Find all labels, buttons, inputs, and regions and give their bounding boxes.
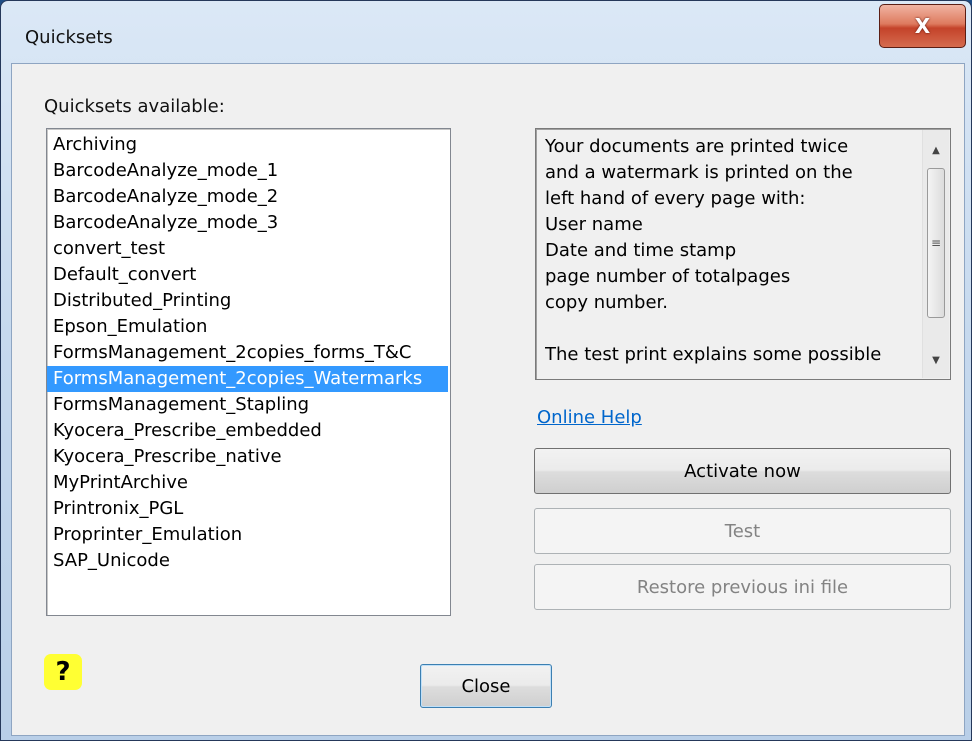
scroll-up-arrow-icon[interactable]: ▲ xyxy=(923,138,949,162)
list-item[interactable]: FormsManagement_Stapling xyxy=(47,392,450,418)
test-button[interactable]: Test xyxy=(534,508,951,554)
title-bar[interactable]: Quicksets X xyxy=(1,1,971,63)
restore-ini-button[interactable]: Restore previous ini file xyxy=(534,564,951,610)
close-icon: X xyxy=(914,14,931,38)
list-item[interactable]: BarcodeAnalyze_mode_1 xyxy=(47,158,450,184)
quicksets-dialog: Quicksets X Quicksets available: Archivi… xyxy=(0,0,972,741)
list-item[interactable]: SAP_Unicode xyxy=(47,548,450,574)
list-item[interactable]: BarcodeAnalyze_mode_3 xyxy=(47,210,450,236)
scroll-down-arrow-icon[interactable]: ▼ xyxy=(923,348,949,372)
description-scrollbar[interactable]: ▲ ≡ ▼ xyxy=(922,130,949,378)
list-item[interactable]: Kyocera_Prescribe_native xyxy=(47,444,450,470)
list-item[interactable]: Archiving xyxy=(47,132,450,158)
list-item[interactable]: BarcodeAnalyze_mode_2 xyxy=(47,184,450,210)
list-item[interactable]: Epson_Emulation xyxy=(47,314,450,340)
list-item[interactable]: Default_convert xyxy=(47,262,450,288)
list-item[interactable]: Printronix_PGL xyxy=(47,496,450,522)
description-text: Your documents are printed twice and a w… xyxy=(545,136,882,365)
list-item[interactable]: Kyocera_Prescribe_embedded xyxy=(47,418,450,444)
dialog-body: Quicksets available: Archiving BarcodeAna… xyxy=(11,63,965,736)
list-item[interactable]: Proprinter_Emulation xyxy=(47,522,450,548)
online-help-link[interactable]: Online Help xyxy=(537,407,642,428)
quicksets-available-label: Quicksets available: xyxy=(44,96,225,117)
list-item[interactable]: convert_test xyxy=(47,236,450,262)
close-button[interactable]: Close xyxy=(420,664,552,708)
list-item-selected[interactable]: FormsManagement_2copies_Watermarks xyxy=(47,366,448,392)
help-icon[interactable]: ? xyxy=(44,654,82,690)
description-box[interactable]: Your documents are printed twice and a w… xyxy=(535,128,951,380)
window-title: Quicksets xyxy=(25,27,113,48)
close-window-button[interactable]: X xyxy=(879,4,966,48)
quicksets-list[interactable]: Archiving BarcodeAnalyze_mode_1 BarcodeAna… xyxy=(46,128,451,616)
list-item[interactable]: MyPrintArchive xyxy=(47,470,450,496)
activate-now-button[interactable]: Activate now xyxy=(534,448,951,494)
list-item[interactable]: Distributed_Printing xyxy=(47,288,450,314)
scroll-thumb[interactable]: ≡ xyxy=(927,168,945,318)
grip-icon: ≡ xyxy=(930,236,942,250)
list-item[interactable]: FormsManagement_2copies_forms_T&C xyxy=(47,340,450,366)
